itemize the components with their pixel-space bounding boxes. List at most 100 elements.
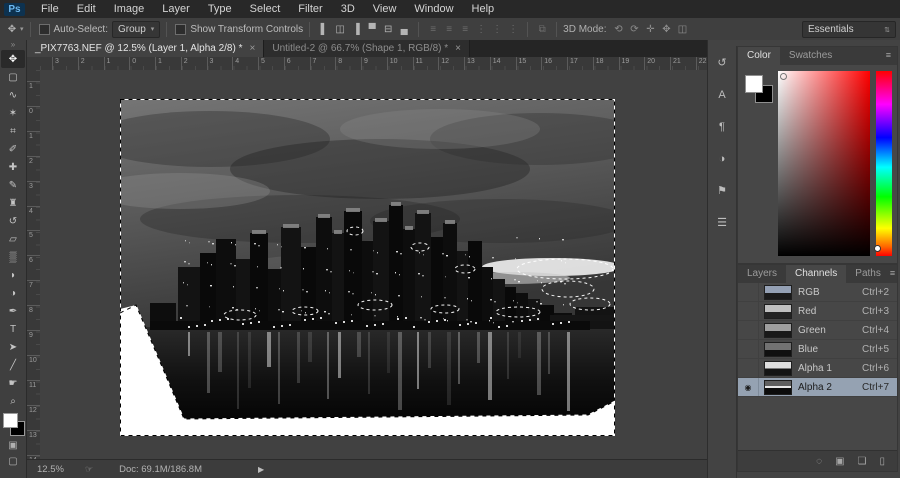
hand-tool[interactable]: ☛ (1, 374, 25, 392)
blur-tool[interactable]: ◗ (1, 266, 25, 284)
dodge-tool[interactable]: ◑ (1, 284, 25, 302)
menu-item-window[interactable]: Window (405, 0, 462, 18)
scroll-hand-icon[interactable]: ☞ (85, 464, 93, 475)
vertical-ruler[interactable]: 101234567891011121314 (27, 70, 41, 460)
adjustments-panel-icon[interactable]: ◑ (712, 150, 732, 167)
pen-tool[interactable]: ✒ (1, 302, 25, 320)
tab-layers[interactable]: Layers (738, 265, 786, 283)
move-tool[interactable]: ✥ (1, 50, 25, 68)
saturation-brightness-field[interactable] (778, 71, 870, 256)
channel-row-rgb[interactable]: RGBCtrl+2 (738, 283, 897, 302)
foreground-color-swatch[interactable] (3, 413, 18, 428)
document-tab[interactable]: Untitled-2 @ 66.7% (Shape 1, RGB/8) *× (264, 40, 470, 57)
channel-row-alpha-1[interactable]: Alpha 1Ctrl+6 (738, 359, 897, 378)
visibility-toggle[interactable] (738, 321, 759, 339)
3d-rotate-icon[interactable]: ⟲ (611, 24, 627, 35)
menu-item-filter[interactable]: Filter (289, 0, 331, 18)
spot-healing-brush-tool[interactable]: ✚ (1, 158, 25, 176)
channel-thumbnail[interactable] (764, 342, 792, 357)
eraser-tool[interactable]: ▱ (1, 230, 25, 248)
history-panel-icon[interactable]: ↺ (712, 54, 732, 71)
menu-item-type[interactable]: Type (199, 0, 241, 18)
document-tab-active[interactable]: _PIX7763.NEF @ 12.5% (Layer 1, Alpha 2/8… (27, 40, 264, 57)
tool-preset-arrow-icon[interactable]: ▾ (20, 25, 24, 33)
channel-row-alpha-2[interactable]: ◉Alpha 2Ctrl+7 (738, 378, 897, 397)
channels-panel-menu-icon[interactable]: ≡ (890, 265, 900, 283)
distribute-top-edges-icon[interactable]: ≡ (425, 24, 441, 35)
clone-stamp-tool[interactable]: ♜ (1, 194, 25, 212)
canvas-pasteboard[interactable] (40, 70, 708, 460)
screen-mode-icon[interactable]: ▢ (1, 453, 25, 469)
align-right-edges-icon[interactable]: ▐ (348, 24, 364, 35)
channel-row-green[interactable]: GreenCtrl+4 (738, 321, 897, 340)
visibility-toggle[interactable] (738, 359, 759, 377)
menu-item-layer[interactable]: Layer (153, 0, 199, 18)
distribute-horizontal-centers-icon[interactable]: ⋮ (489, 24, 505, 35)
hue-slider-marker[interactable] (874, 245, 881, 252)
channel-thumbnail[interactable] (764, 323, 792, 338)
distribute-right-edges-icon[interactable]: ⋮ (505, 24, 521, 35)
menu-item-3d[interactable]: 3D (332, 0, 364, 18)
toolbar-collapse-icon[interactable]: » (0, 40, 26, 50)
character-panel-icon[interactable]: A (712, 86, 732, 103)
tab-channels[interactable]: Channels (786, 265, 846, 283)
3d-drag-icon[interactable]: ✛ (643, 24, 659, 35)
align-top-edges-icon[interactable]: ▀ (364, 24, 380, 35)
channel-thumbnail[interactable] (764, 380, 792, 395)
path-selection-tool[interactable]: ➤ (1, 338, 25, 356)
visibility-toggle[interactable]: ◉ (738, 378, 759, 396)
auto-select-target-dropdown[interactable]: Group ▾ (112, 21, 160, 38)
quick-mask-icon[interactable]: ▣ (1, 437, 25, 453)
3d-roll-icon[interactable]: ⟳ (627, 24, 643, 35)
align-bottom-edges-icon[interactable]: ▄ (396, 24, 412, 35)
tab-paths[interactable]: Paths (846, 265, 890, 283)
show-transform-controls-checkbox[interactable] (175, 24, 186, 35)
info-panel-icon[interactable]: ☰ (712, 214, 732, 231)
styles-panel-icon[interactable]: ⚑ (712, 182, 732, 199)
channel-thumbnail[interactable] (764, 285, 792, 300)
auto-select-checkbox[interactable] (39, 24, 50, 35)
menu-item-help[interactable]: Help (463, 0, 504, 18)
color-picker-marker[interactable] (780, 73, 787, 80)
brush-tool[interactable]: ✎ (1, 176, 25, 194)
color-panel-menu-icon[interactable]: ≡ (886, 47, 897, 65)
status-options-arrow-icon[interactable]: ▶ (258, 465, 264, 474)
channel-thumbnail[interactable] (764, 361, 792, 376)
eyedropper-tool[interactable]: ✐ (1, 140, 25, 158)
line-tool[interactable]: ╱ (1, 356, 25, 374)
close-icon[interactable]: × (455, 43, 461, 54)
zoom-level-field[interactable]: 12.5% (37, 464, 71, 475)
gradient-tool[interactable]: ▒ (1, 248, 25, 266)
workspace-switcher[interactable]: Essentials ⇅ (802, 21, 896, 38)
foreground-color-swatch-panel[interactable] (745, 75, 763, 93)
distribute-vertical-centers-icon[interactable]: ≡ (441, 24, 457, 35)
distribute-left-edges-icon[interactable]: ⋮ (473, 24, 489, 35)
hue-ramp[interactable] (876, 71, 892, 256)
load-channel-as-selection-icon[interactable]: ◌ (816, 456, 822, 467)
auto-align-layers-icon[interactable]: ⧉ (534, 24, 550, 35)
channel-row-red[interactable]: RedCtrl+3 (738, 302, 897, 321)
tab-swatches[interactable]: Swatches (780, 47, 841, 65)
history-brush-tool[interactable]: ↺ (1, 212, 25, 230)
channel-row-blue[interactable]: BlueCtrl+5 (738, 340, 897, 359)
visibility-toggle[interactable] (738, 340, 759, 358)
align-horizontal-centers-icon[interactable]: ◫ (332, 24, 348, 35)
close-icon[interactable]: × (250, 43, 256, 54)
type-tool[interactable]: T (1, 320, 25, 338)
ruler-origin-corner[interactable] (27, 57, 41, 71)
menu-item-select[interactable]: Select (241, 0, 290, 18)
align-left-edges-icon[interactable]: ▌ (316, 24, 332, 35)
save-selection-as-channel-icon[interactable]: ▣ (835, 456, 844, 467)
rectangular-marquee-tool[interactable]: ▢ (1, 68, 25, 86)
3d-slide-icon[interactable]: ✥ (659, 24, 675, 35)
tab-color[interactable]: Color (738, 47, 780, 65)
visibility-toggle[interactable] (738, 302, 759, 320)
menu-item-view[interactable]: View (364, 0, 406, 18)
visibility-toggle[interactable] (738, 283, 759, 301)
lasso-tool[interactable]: ∿ (1, 86, 25, 104)
channel-thumbnail[interactable] (764, 304, 792, 319)
new-channel-icon[interactable]: ❏ (858, 456, 867, 467)
zoom-tool[interactable]: ⌕ (1, 392, 25, 410)
menu-item-edit[interactable]: Edit (68, 0, 105, 18)
delete-channel-icon[interactable]: ▯ (879, 456, 885, 467)
